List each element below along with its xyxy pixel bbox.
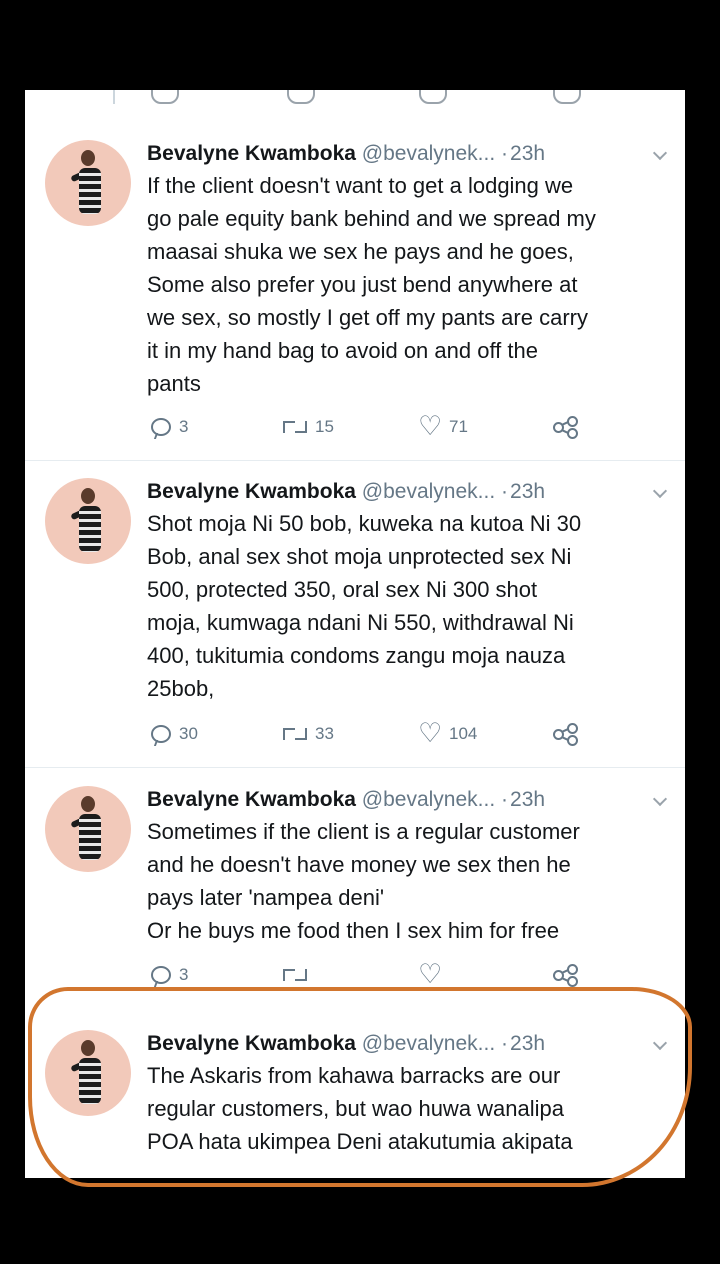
separator-dot: · (501, 480, 509, 503)
like-button[interactable]: 104 (418, 718, 478, 749)
tweet-header: Bevalyne Kwamboka @bevalynek... ·23h (147, 1030, 667, 1058)
reply-icon[interactable] (151, 90, 179, 104)
retweet-button[interactable]: 15 (283, 414, 334, 440)
timestamp[interactable]: 23h (510, 142, 545, 165)
author-name[interactable]: Bevalyne Kwamboka (147, 1032, 356, 1055)
author-name[interactable]: Bevalyne Kwamboka (147, 788, 356, 811)
tweet-text: Sometimes if the client is a regular cus… (147, 819, 580, 943)
reply-count: 3 (179, 417, 189, 436)
share-icon[interactable] (553, 90, 581, 104)
separator-dot: · (501, 1032, 509, 1055)
avatar[interactable] (45, 786, 131, 872)
author-handle[interactable]: @bevalynek... (362, 788, 495, 811)
author-handle[interactable]: @bevalynek... (362, 142, 495, 165)
timestamp[interactable]: 23h (510, 1032, 545, 1055)
author-handle[interactable]: @bevalynek... (362, 480, 495, 503)
tweet-text: Shot moja Ni 50 bob, kuweka na kutoa Ni … (147, 511, 582, 701)
avatar[interactable] (45, 478, 131, 564)
reply-button[interactable]: 30 (151, 721, 198, 747)
tweet-divider (25, 460, 685, 461)
like-button[interactable] (418, 959, 442, 990)
separator-dot: · (501, 788, 509, 811)
tweet-text: If the client doesn't want to get a lodg… (147, 173, 596, 396)
retweet-icon (283, 727, 307, 741)
share-icon (553, 416, 579, 439)
tweet-actions: 3 15 71 (147, 411, 667, 442)
retweet-count: 33 (315, 724, 334, 743)
share-button[interactable] (553, 721, 579, 747)
share-icon (553, 723, 579, 746)
reply-count: 30 (179, 724, 198, 743)
retweet-count: 15 (315, 417, 334, 436)
like-count: 104 (449, 724, 478, 743)
heart-icon (418, 411, 442, 442)
tweet-divider (25, 767, 685, 768)
retweet-icon[interactable] (287, 90, 315, 104)
share-button[interactable] (553, 414, 579, 440)
retweet-button[interactable] (283, 962, 307, 988)
thread-line (113, 90, 115, 104)
heart-icon (418, 959, 442, 990)
avatar[interactable] (45, 1030, 131, 1116)
like-icon[interactable] (419, 90, 447, 104)
timestamp[interactable]: 23h (510, 788, 545, 811)
reply-icon (151, 966, 171, 984)
retweet-button[interactable]: 33 (283, 721, 334, 747)
tweet-header: Bevalyne Kwamboka @bevalynek... ·23h (147, 786, 667, 814)
previous-tweet-actions (25, 90, 685, 104)
tweet-text: The Askaris from kahawa barracks are our… (147, 1063, 573, 1154)
like-count: 71 (449, 417, 468, 436)
author-name[interactable]: Bevalyne Kwamboka (147, 142, 356, 165)
tweet-actions: 3 (147, 959, 667, 990)
heart-icon (418, 718, 442, 749)
reply-button[interactable]: 3 (151, 414, 188, 440)
timestamp[interactable]: 23h (510, 480, 545, 503)
retweet-icon (283, 420, 307, 434)
author-handle[interactable]: @bevalynek... (362, 1032, 495, 1055)
tweet-thread-card: Bevalyne Kwamboka @bevalynek... ·23h If … (25, 90, 685, 1178)
reply-icon (151, 725, 171, 743)
like-button[interactable]: 71 (418, 411, 468, 442)
separator-dot: · (501, 142, 509, 165)
reply-button[interactable]: 3 (151, 962, 188, 988)
avatar[interactable] (45, 140, 131, 226)
reply-icon (151, 418, 171, 436)
tweet-header: Bevalyne Kwamboka @bevalynek... ·23h (147, 478, 667, 506)
tweet-header: Bevalyne Kwamboka @bevalynek... ·23h (147, 140, 667, 168)
author-name[interactable]: Bevalyne Kwamboka (147, 480, 356, 503)
retweet-icon (283, 968, 307, 982)
reply-count: 3 (179, 965, 189, 984)
tweet-actions: 30 33 104 (147, 718, 667, 749)
share-icon (553, 964, 579, 987)
share-button[interactable] (553, 962, 579, 988)
